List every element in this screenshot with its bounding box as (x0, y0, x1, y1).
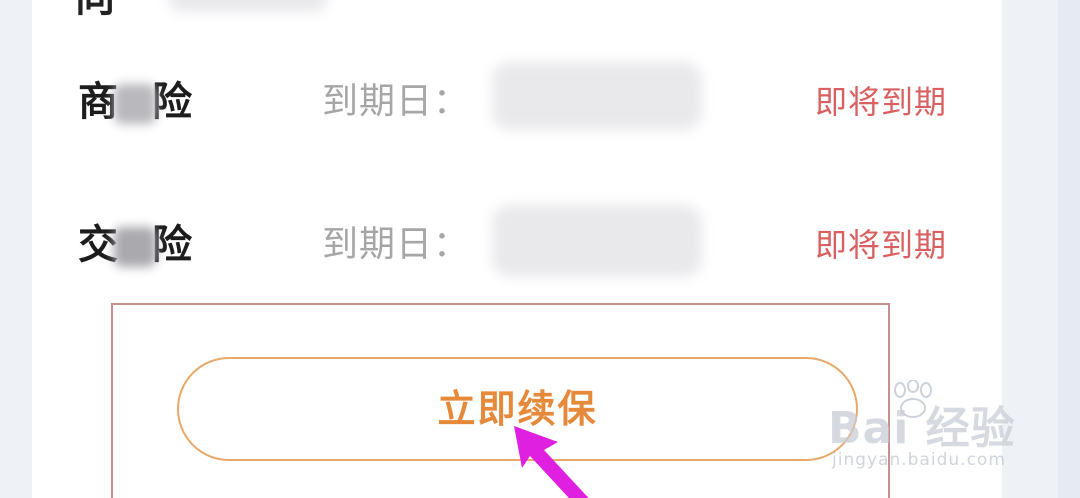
redacted-top-value (168, 0, 328, 12)
pointer-arrow-icon (514, 426, 589, 498)
expiring-status: 即将到期 (815, 83, 948, 121)
baidu-jingyan-watermark: Bai 经验 jingyan.baidu.com (828, 380, 1058, 480)
redacted-due-date (492, 205, 702, 277)
top-row-label: 向 (75, 0, 115, 18)
watermark-main-text: Bai 经验 (828, 403, 1016, 454)
insurance-name: 商险 (78, 79, 192, 125)
due-date-label: 到期日： (322, 224, 471, 265)
expiring-status: 即将到期 (815, 226, 948, 264)
insurance-name: 交险 (78, 222, 192, 268)
watermark-url-text: jingyan.baidu.com (832, 450, 1006, 470)
redacted-name-char (114, 227, 156, 267)
redacted-due-date (492, 62, 702, 130)
redacted-name-char (114, 84, 156, 124)
due-date-label: 到期日： (322, 81, 471, 122)
